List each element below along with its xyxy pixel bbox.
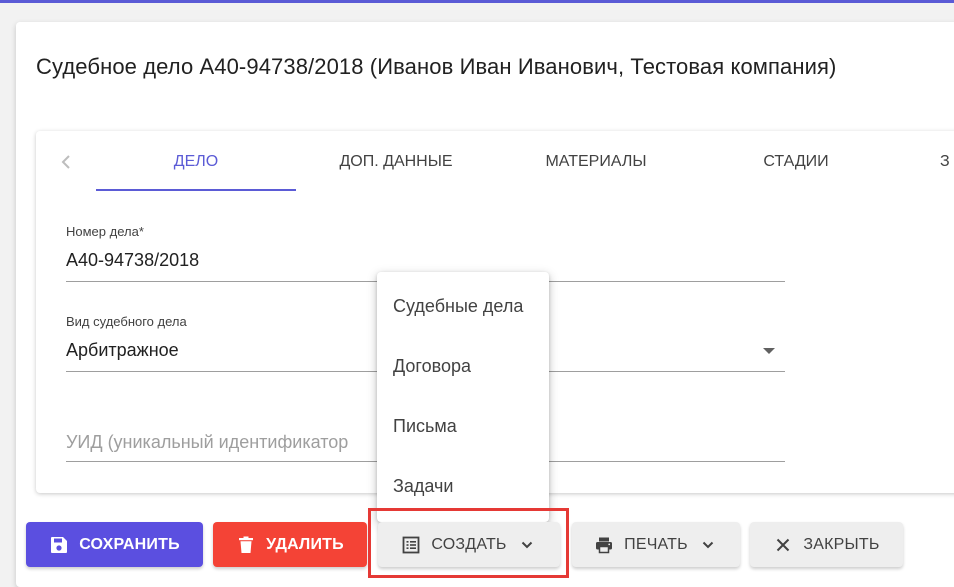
active-tab-indicator <box>96 189 296 191</box>
create-button-label: СОЗДАТЬ <box>431 535 507 553</box>
tab-extra-data[interactable]: ДОП. ДАННЫЕ <box>296 150 496 174</box>
list-icon <box>401 535 421 555</box>
case-number-input[interactable]: А40-94738/2018 <box>66 250 199 271</box>
save-button-label: СОХРАНИТЬ <box>79 535 180 553</box>
close-button-label: ЗАКРЫТЬ <box>803 535 880 553</box>
dropdown-arrow-icon[interactable] <box>763 348 775 354</box>
chevron-down-icon <box>517 535 537 555</box>
tab-materials[interactable]: МАТЕРИАЛЫ <box>496 150 696 174</box>
case-number-label: Номер дела* <box>66 224 144 239</box>
close-icon <box>773 535 793 555</box>
trash-icon <box>236 535 256 555</box>
uid-input[interactable]: УИД (уникальный идентификатор <box>66 432 348 453</box>
top-accent-line <box>0 0 954 3</box>
menu-item-letters[interactable]: Письма <box>393 416 457 437</box>
close-button[interactable]: ЗАКРЫТЬ <box>750 522 903 567</box>
delete-button[interactable]: УДАЛИТЬ <box>213 522 367 567</box>
tab-stages[interactable]: СТАДИИ <box>696 150 896 174</box>
tab-truncated[interactable]: З <box>940 150 954 174</box>
print-button-label: ПЕЧАТЬ <box>624 535 688 553</box>
dialog-title: Судебное дело А40-94738/2018 (Иванов Ива… <box>36 54 837 79</box>
menu-item-tasks[interactable]: Задачи <box>393 476 453 497</box>
chevron-down-icon <box>698 535 718 555</box>
case-type-select[interactable]: Арбитражное <box>66 340 179 361</box>
delete-button-label: УДАЛИТЬ <box>266 535 344 553</box>
case-type-label: Вид судебного дела <box>66 314 187 329</box>
menu-item-court-cases[interactable]: Судебные дела <box>393 296 523 317</box>
save-button[interactable]: СОХРАНИТЬ <box>26 522 203 567</box>
floppy-disk-icon <box>49 535 69 555</box>
print-button[interactable]: ПЕЧАТЬ <box>572 522 740 567</box>
menu-item-contracts[interactable]: Договора <box>393 356 471 377</box>
chevron-left-icon[interactable] <box>58 150 74 174</box>
printer-icon <box>594 535 614 555</box>
tab-case[interactable]: ДЕЛО <box>96 150 296 174</box>
create-button[interactable]: СОЗДАТЬ <box>378 522 560 567</box>
